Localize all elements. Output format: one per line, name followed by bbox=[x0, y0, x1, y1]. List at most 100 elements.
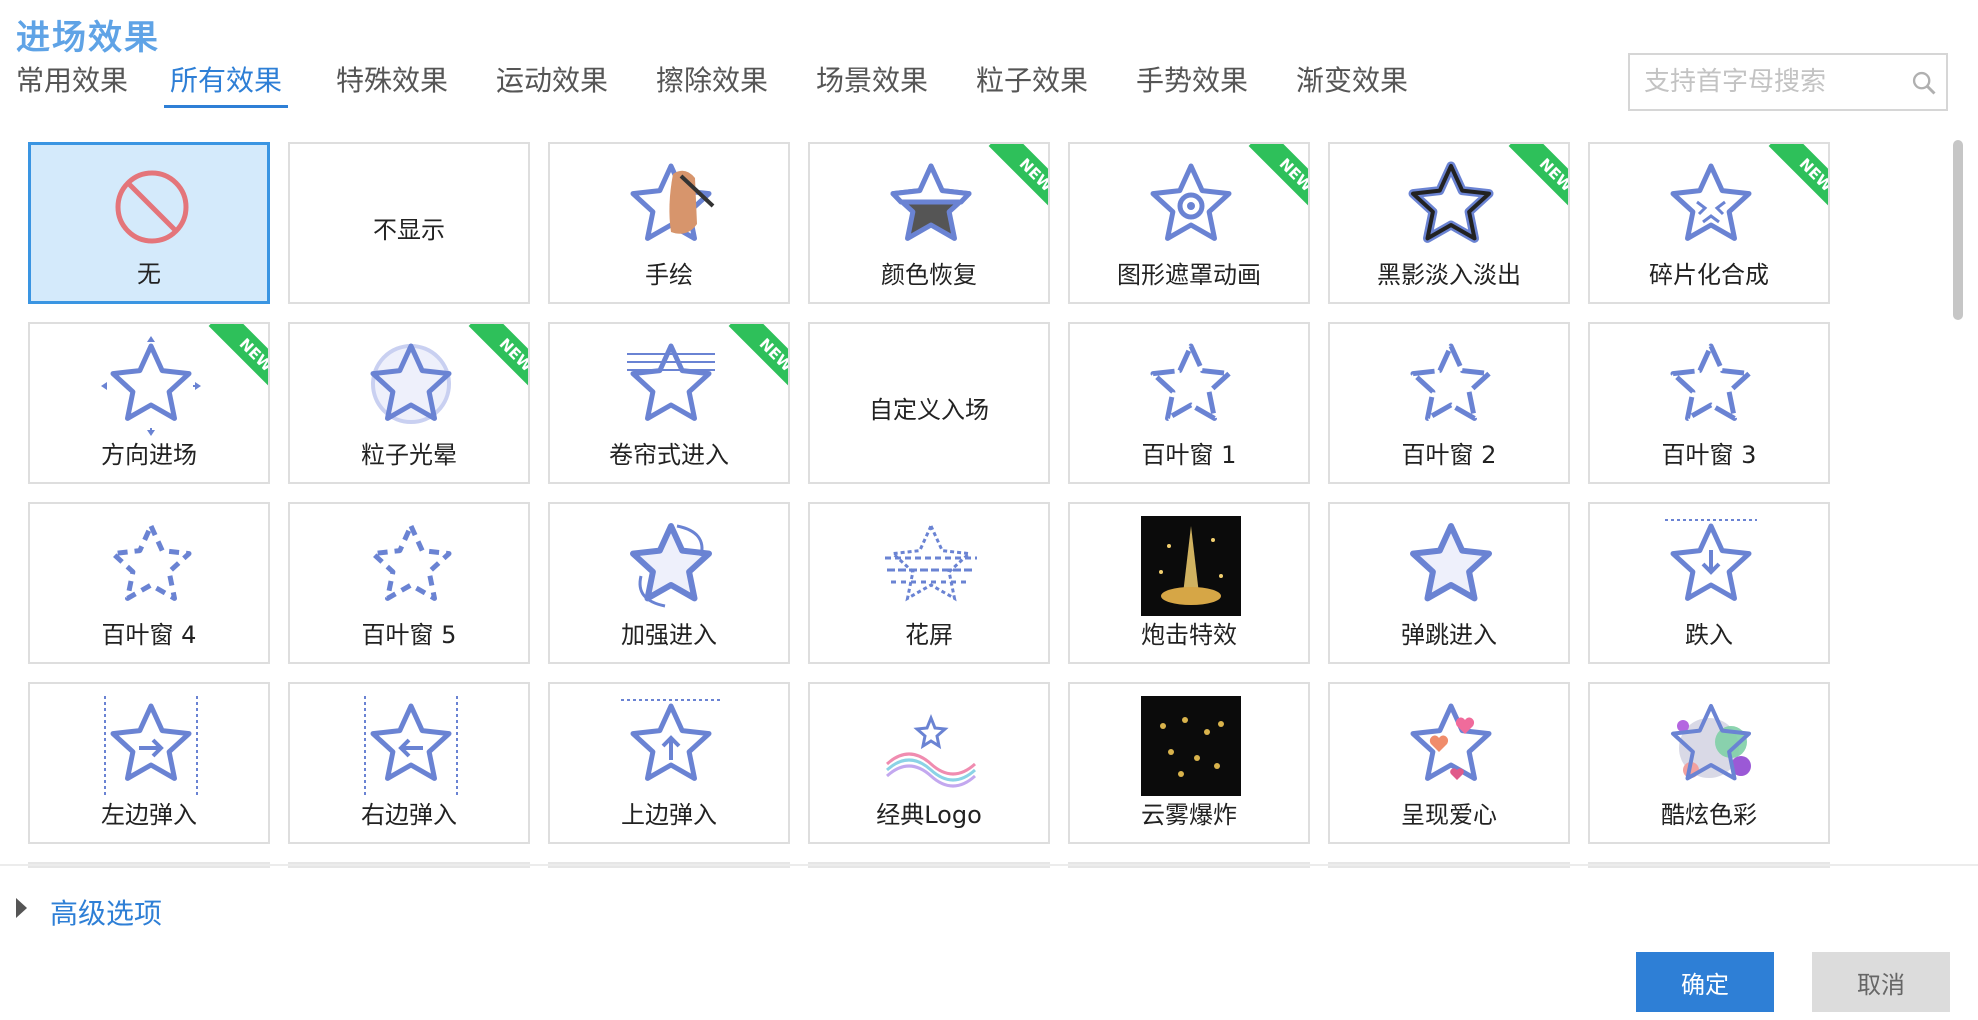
new-badge-text: NEW bbox=[988, 144, 1048, 218]
effect-label: 自定义入场 bbox=[869, 396, 989, 424]
effect-card[interactable]: 右边弹入 bbox=[288, 682, 530, 844]
effect-card[interactable]: 方向进场 NEW bbox=[28, 322, 270, 484]
effect-label: 颜色恢复 bbox=[881, 261, 977, 289]
effect-label: 百叶窗 1 bbox=[1141, 441, 1237, 469]
new-badge-text: NEW bbox=[1508, 144, 1568, 218]
dialog-title: 进场效果 bbox=[16, 18, 160, 58]
effect-card[interactable]: 无 bbox=[28, 142, 270, 304]
effect-label: 黑影淡入淡出 bbox=[1377, 261, 1521, 289]
tab-motion[interactable]: 运动效果 bbox=[490, 60, 614, 108]
color-restore-icon bbox=[881, 156, 981, 256]
bounce-right-icon bbox=[361, 696, 461, 796]
effect-card[interactable]: 手绘 bbox=[548, 142, 790, 304]
effect-label: 花屏 bbox=[905, 621, 953, 649]
effect-card[interactable]: 云雾爆炸 bbox=[1068, 682, 1310, 844]
effect-card[interactable]: 炮击特效 bbox=[1068, 502, 1310, 664]
new-badge: NEW bbox=[1234, 144, 1308, 218]
glitch-icon bbox=[881, 516, 981, 616]
scrollbar-thumb[interactable] bbox=[1953, 140, 1963, 320]
effect-grid: 无 不显示 手绘 颜色恢复 NEW 图形遮罩动画 NEW 黑影淡入淡出 NEW 碎片化合成 N… bbox=[0, 130, 1940, 860]
cloud-explosion-thumbnail bbox=[1141, 696, 1241, 796]
effect-card[interactable]: 百叶窗 1 bbox=[1068, 322, 1310, 484]
effect-card[interactable]: 卷帘式进入 NEW bbox=[548, 322, 790, 484]
tab-scene[interactable]: 场景效果 bbox=[810, 60, 934, 108]
shadow-fade-icon bbox=[1401, 156, 1501, 256]
effect-label: 百叶窗 2 bbox=[1401, 441, 1497, 469]
effect-card[interactable]: 颜色恢复 NEW bbox=[808, 142, 1050, 304]
effect-card[interactable]: 酷炫色彩 bbox=[1588, 682, 1830, 844]
fragment-icon bbox=[1661, 156, 1761, 256]
particle-glow-icon bbox=[361, 336, 461, 436]
effect-label: 右边弹入 bbox=[361, 801, 457, 829]
effect-card[interactable]: 百叶窗 5 bbox=[288, 502, 530, 664]
search-box bbox=[1628, 53, 1948, 111]
new-badge-text: NEW bbox=[1768, 144, 1828, 218]
effect-card[interactable]: 不显示 bbox=[288, 142, 530, 304]
divider bbox=[0, 864, 1978, 866]
effect-label: 加强进入 bbox=[621, 621, 717, 649]
bounce-left-icon bbox=[101, 696, 201, 796]
effect-card[interactable]: 百叶窗 4 bbox=[28, 502, 270, 664]
effect-card[interactable]: 碎片化合成 NEW bbox=[1588, 142, 1830, 304]
drop-in-icon bbox=[1661, 516, 1761, 616]
tab-common[interactable]: 常用效果 bbox=[10, 60, 134, 108]
tab-particle[interactable]: 粒子效果 bbox=[970, 60, 1094, 108]
effect-card[interactable]: 弹跳进入 bbox=[1328, 502, 1570, 664]
search-icon[interactable] bbox=[1910, 69, 1938, 97]
effect-label: 呈现爱心 bbox=[1401, 801, 1497, 829]
tab-gradient[interactable]: 渐变效果 bbox=[1290, 60, 1414, 108]
effect-card[interactable]: 黑影淡入淡出 NEW bbox=[1328, 142, 1570, 304]
blinds-icon bbox=[1141, 336, 1241, 436]
bounce-icon bbox=[1401, 516, 1501, 616]
effect-label: 图形遮罩动画 bbox=[1117, 261, 1261, 289]
ok-button[interactable]: 确定 bbox=[1636, 952, 1774, 1012]
shape-mask-icon bbox=[1141, 156, 1241, 256]
blinds-icon bbox=[1401, 336, 1501, 436]
enhance-icon bbox=[621, 516, 721, 616]
effect-label: 弹跳进入 bbox=[1401, 621, 1497, 649]
effect-label: 炮击特效 bbox=[1141, 621, 1237, 649]
tab-all[interactable]: 所有效果 bbox=[164, 60, 289, 108]
tab-wipe[interactable]: 擦除效果 bbox=[650, 60, 774, 108]
effect-card[interactable]: 粒子光晕 NEW bbox=[288, 322, 530, 484]
heart-icon bbox=[1401, 696, 1501, 796]
effect-card[interactable]: 花屏 bbox=[808, 502, 1050, 664]
tab-special[interactable]: 特殊效果 bbox=[330, 60, 454, 108]
effect-card[interactable]: 上边弹入 bbox=[548, 682, 790, 844]
tab-gesture[interactable]: 手势效果 bbox=[1130, 60, 1254, 108]
roller-blind-icon bbox=[621, 336, 721, 436]
effect-label: 左边弹入 bbox=[101, 801, 197, 829]
effect-label: 粒子光晕 bbox=[361, 441, 457, 469]
effect-label: 经典Logo bbox=[876, 801, 982, 829]
hand-draw-icon bbox=[621, 156, 721, 256]
bounce-top-icon bbox=[621, 696, 721, 796]
effect-card[interactable]: 跌入 bbox=[1588, 502, 1830, 664]
blinds-dashed-icon bbox=[361, 516, 461, 616]
cancel-button[interactable]: 取消 bbox=[1812, 952, 1950, 1012]
blinds-dashed-icon bbox=[101, 516, 201, 616]
effect-label: 无 bbox=[137, 260, 161, 288]
new-badge: NEW bbox=[714, 324, 788, 398]
effect-card[interactable]: 自定义入场 bbox=[808, 322, 1050, 484]
logo-icon bbox=[881, 696, 981, 796]
search-input[interactable] bbox=[1630, 55, 1900, 109]
new-badge: NEW bbox=[454, 324, 528, 398]
effect-label: 百叶窗 4 bbox=[101, 621, 197, 649]
color-burst-icon bbox=[1661, 696, 1761, 796]
effect-card[interactable]: 左边弹入 bbox=[28, 682, 270, 844]
new-badge-text: NEW bbox=[728, 324, 788, 398]
effect-card[interactable]: 呈现爱心 bbox=[1328, 682, 1570, 844]
effect-label: 上边弹入 bbox=[621, 801, 717, 829]
cannon-effect-thumbnail bbox=[1141, 516, 1241, 616]
effect-label: 卷帘式进入 bbox=[609, 441, 729, 469]
no-icon bbox=[102, 157, 202, 257]
new-badge: NEW bbox=[1494, 144, 1568, 218]
effect-card[interactable]: 图形遮罩动画 NEW bbox=[1068, 142, 1310, 304]
effect-card[interactable]: 经典Logo bbox=[808, 682, 1050, 844]
effect-card[interactable]: 百叶窗 3 bbox=[1588, 322, 1830, 484]
effect-card[interactable]: 加强进入 bbox=[548, 502, 790, 664]
effect-card[interactable]: 百叶窗 2 bbox=[1328, 322, 1570, 484]
effect-label: 跌入 bbox=[1685, 621, 1733, 649]
effect-label: 不显示 bbox=[373, 216, 445, 244]
new-badge: NEW bbox=[1754, 144, 1828, 218]
